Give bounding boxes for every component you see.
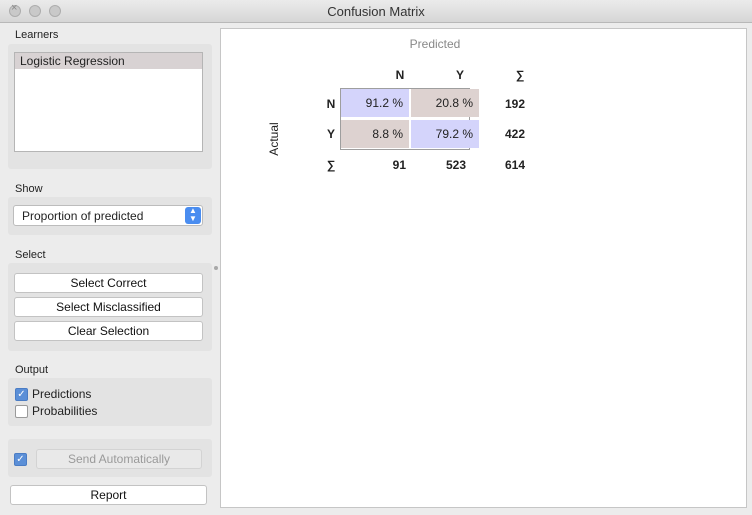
probabilities-checkbox[interactable]	[15, 405, 28, 418]
learner-item-logistic-regression[interactable]: Logistic Regression	[15, 53, 202, 69]
splitter-handle[interactable]	[214, 266, 218, 270]
report-button[interactable]: Report	[10, 485, 207, 505]
row-header-sum: ∑	[326, 158, 336, 172]
row-sum-y: 422	[504, 127, 525, 141]
predictions-checkbox[interactable]: ✓	[15, 388, 28, 401]
clear-selection-button[interactable]: Clear Selection	[14, 321, 203, 341]
checkmark-icon: ✓	[17, 389, 26, 400]
learners-list[interactable]: Logistic Regression	[14, 52, 203, 152]
actual-axis-label: Actual	[267, 122, 281, 156]
select-label: Select	[15, 249, 46, 261]
col-header-sum: ∑	[515, 68, 525, 82]
show-combo-value: Proportion of predicted	[22, 209, 144, 223]
predicted-axis-label: Predicted	[409, 37, 461, 51]
row-header-y: Y	[326, 127, 335, 141]
cell-y-n[interactable]: 8.8 %	[341, 120, 409, 148]
cell-n-n[interactable]: 91.2 %	[341, 89, 409, 117]
select-misclassified-button[interactable]: Select Misclassified	[14, 297, 203, 317]
learners-label: Learners	[15, 29, 59, 41]
col-header-n: N	[395, 68, 405, 82]
probabilities-label: Probabilities	[32, 404, 98, 418]
col-header-y: Y	[455, 68, 464, 82]
predictions-label: Predictions	[32, 387, 92, 401]
row-sum-n: 192	[504, 97, 525, 111]
output-label: Output	[15, 364, 49, 376]
cell-y-y[interactable]: 79.2 %	[411, 120, 479, 148]
col-sum-n: 91	[392, 158, 406, 172]
select-correct-button[interactable]: Select Correct	[14, 273, 203, 293]
row-header-n: N	[326, 97, 336, 111]
sidebar: Learners Logistic Regression Show Propor…	[0, 23, 219, 515]
total-sum: 614	[504, 158, 525, 172]
checkmark-icon: ✓	[16, 454, 25, 465]
confusion-matrix-panel: Predicted Actual N Y ∑ N Y ∑ 91.2 % 20.8…	[220, 28, 747, 508]
updown-arrows-icon: ▲ ▼	[185, 207, 201, 224]
show-label: Show	[15, 183, 43, 195]
cell-n-y[interactable]: 20.8 %	[411, 89, 479, 117]
show-combo[interactable]: Proportion of predicted ▲ ▼	[13, 205, 203, 226]
send-automatically-button[interactable]: Send Automatically	[36, 449, 202, 469]
window-title: Confusion Matrix	[327, 4, 425, 19]
send-automatically-checkbox[interactable]: ✓	[14, 453, 27, 466]
title-bar: Confusion Matrix	[0, 0, 752, 23]
col-sum-y: 523	[445, 158, 466, 172]
output-box	[8, 378, 212, 426]
